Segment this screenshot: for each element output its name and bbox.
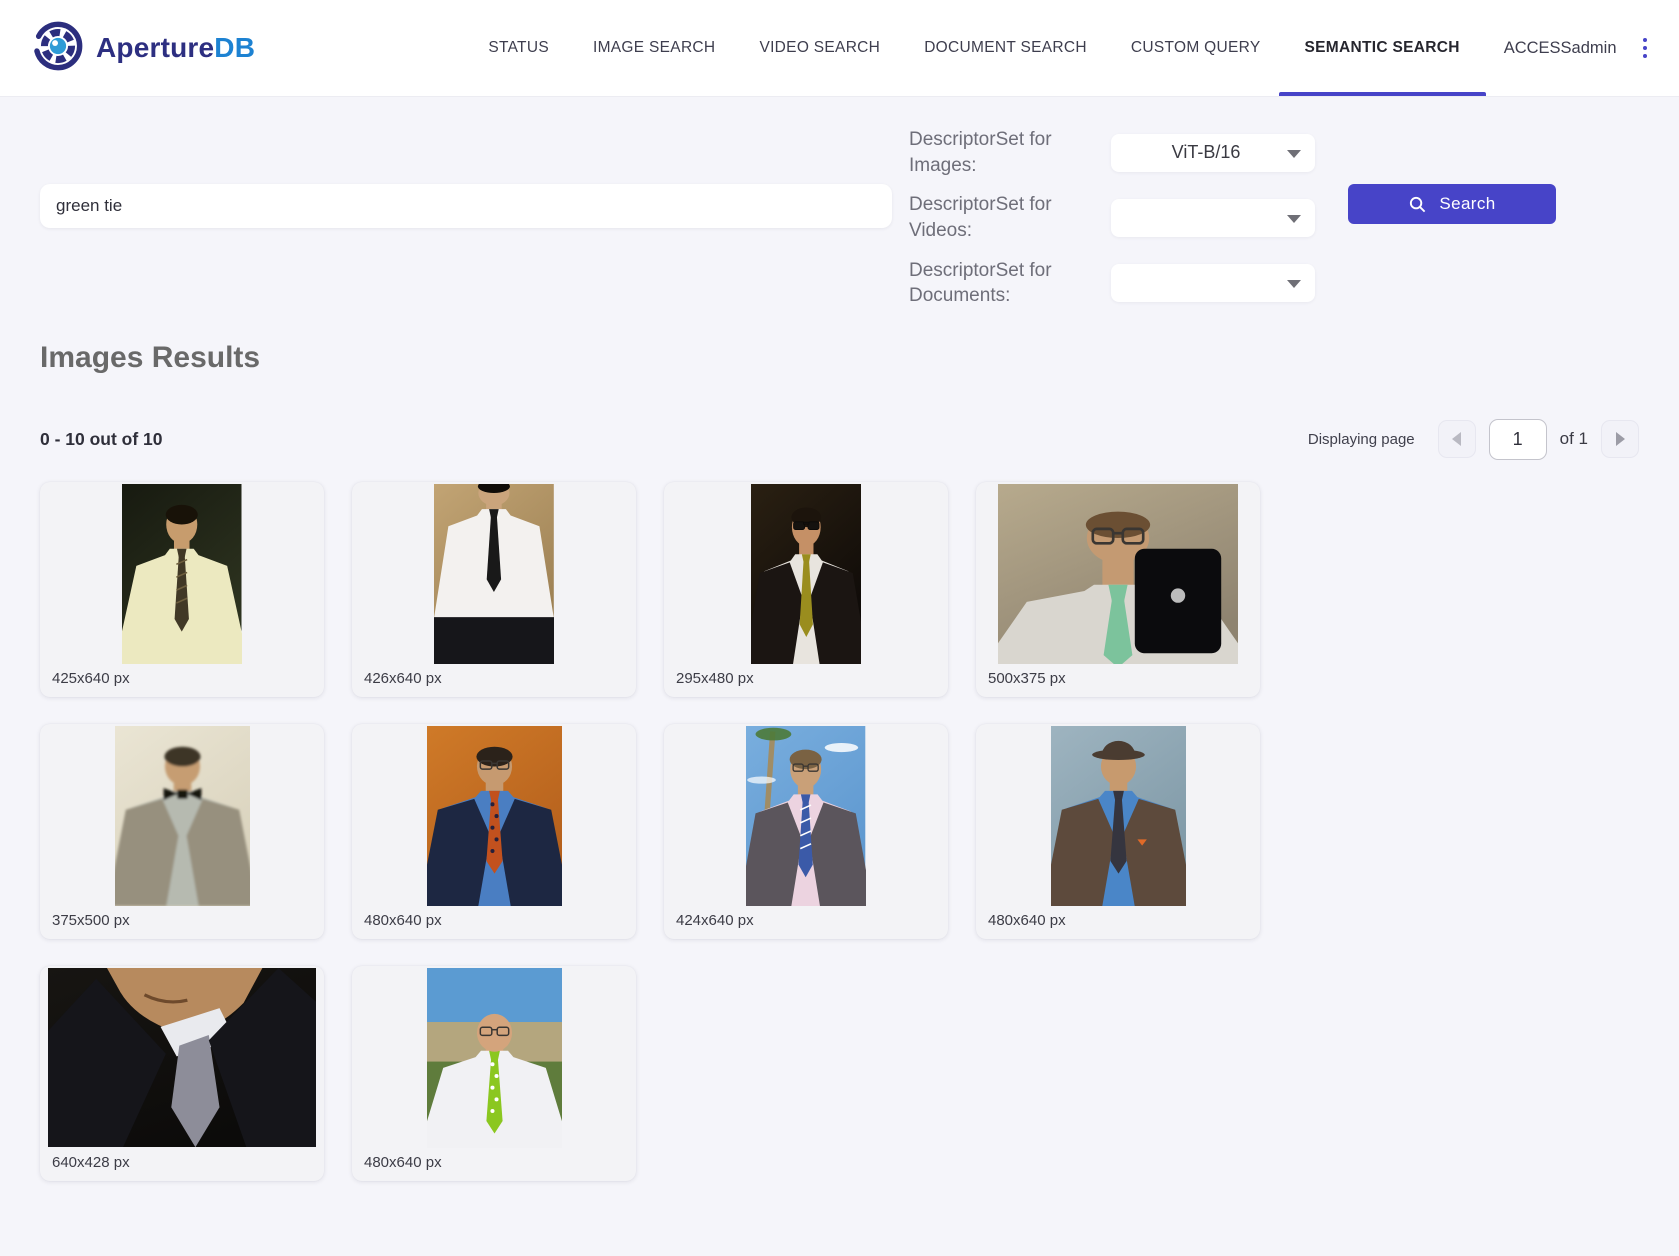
nav-item-semantic-search[interactable]: SEMANTIC SEARCH bbox=[1305, 0, 1460, 96]
nav-item-custom-query[interactable]: CUSTOM QUERY bbox=[1131, 0, 1261, 96]
results-meta: 0 - 10 out of 10 Displaying page of 1 bbox=[40, 419, 1639, 460]
image-dimensions-label: 500x375 px bbox=[976, 664, 1260, 697]
search-button[interactable]: Search bbox=[1348, 184, 1556, 224]
image-dimensions-label: 480x640 px bbox=[976, 906, 1260, 939]
result-photo bbox=[352, 966, 636, 1148]
nav-item-document-search[interactable]: DOCUMENT SEARCH bbox=[924, 0, 1087, 96]
image-dimensions-label: 640x428 px bbox=[40, 1148, 324, 1181]
result-card[interactable]: 425x640 px bbox=[40, 482, 324, 697]
results-title: Images Results bbox=[40, 341, 1639, 375]
brand-wordmark: ApertureDB bbox=[96, 32, 255, 64]
nav-item-status[interactable]: STATUS bbox=[488, 0, 549, 96]
next-page-button[interactable] bbox=[1601, 420, 1639, 458]
result-photo bbox=[40, 724, 324, 906]
result-photo bbox=[40, 966, 324, 1148]
results-count: 0 - 10 out of 10 bbox=[40, 429, 163, 450]
image-dimensions-label: 425x640 px bbox=[40, 664, 324, 697]
brand-logo[interactable]: ApertureDB bbox=[32, 20, 255, 77]
chevron-right-icon bbox=[1616, 432, 1625, 446]
chevron-left-icon bbox=[1452, 432, 1461, 446]
page-number-input[interactable] bbox=[1489, 419, 1547, 460]
pagination: Displaying page of 1 bbox=[1308, 419, 1639, 460]
result-card[interactable]: 500x375 px bbox=[976, 482, 1260, 697]
descriptor-label: DescriptorSet for Images: bbox=[909, 127, 1111, 178]
result-card[interactable]: 375x500 px bbox=[40, 724, 324, 939]
result-photo bbox=[352, 482, 636, 664]
app-header: ApertureDB STATUS IMAGE SEARCH VIDEO SEARC… bbox=[0, 0, 1679, 97]
image-dimensions-label: 424x640 px bbox=[664, 906, 948, 939]
results-grid: 425x640 px 426x640 px 295x480 px 500x375… bbox=[40, 482, 1639, 1181]
aperturedb-logo-icon bbox=[32, 20, 84, 77]
descriptor-sets: DescriptorSet for Images: ViT-B/16 Descr… bbox=[909, 127, 1331, 309]
search-section: DescriptorSet for Images: ViT-B/16 Descr… bbox=[0, 97, 1679, 309]
result-card[interactable]: 480x640 px bbox=[976, 724, 1260, 939]
result-card[interactable]: 424x640 px bbox=[664, 724, 948, 939]
image-dimensions-label: 375x500 px bbox=[40, 906, 324, 939]
kebab-icon bbox=[1643, 38, 1648, 59]
semantic-query-input[interactable] bbox=[40, 184, 892, 228]
result-photo bbox=[976, 724, 1260, 906]
paging-label: Displaying page bbox=[1308, 431, 1415, 448]
result-card[interactable]: 295x480 px bbox=[664, 482, 948, 697]
result-photo bbox=[352, 724, 636, 906]
result-card[interactable]: 426x640 px bbox=[352, 482, 636, 697]
search-icon bbox=[1408, 195, 1427, 214]
nav-item-video-search[interactable]: VIDEO SEARCH bbox=[759, 0, 880, 96]
chevron-down-icon bbox=[1287, 150, 1301, 158]
nav-item-image-search[interactable]: IMAGE SEARCH bbox=[593, 0, 715, 96]
descriptor-label: DescriptorSet for Videos: bbox=[909, 192, 1111, 243]
main-nav: STATUS IMAGE SEARCH VIDEO SEARCH DOCUMENT S… bbox=[488, 0, 1459, 96]
image-dimensions-label: 295x480 px bbox=[664, 664, 948, 697]
result-card[interactable]: 480x640 px bbox=[352, 966, 636, 1181]
result-photo bbox=[976, 482, 1260, 664]
previous-page-button[interactable] bbox=[1438, 420, 1476, 458]
descriptor-select[interactable] bbox=[1111, 264, 1315, 302]
descriptor-select[interactable] bbox=[1111, 199, 1315, 237]
chevron-down-icon bbox=[1287, 280, 1301, 288]
result-photo bbox=[664, 724, 948, 906]
image-dimensions-label: 426x640 px bbox=[352, 664, 636, 697]
descriptor-label: DescriptorSet for Documents: bbox=[909, 258, 1111, 309]
result-card[interactable]: 640x428 px bbox=[40, 966, 324, 1181]
image-dimensions-label: 480x640 px bbox=[352, 1148, 636, 1181]
image-dimensions-label: 480x640 px bbox=[352, 906, 636, 939]
result-photo bbox=[664, 482, 948, 664]
user-access-menu[interactable]: ACCESSadmin bbox=[1504, 39, 1617, 58]
result-photo bbox=[40, 482, 324, 664]
page-of-label: of 1 bbox=[1560, 429, 1588, 449]
overflow-menu-button[interactable] bbox=[1637, 32, 1654, 65]
chevron-down-icon bbox=[1287, 215, 1301, 223]
result-card[interactable]: 480x640 px bbox=[352, 724, 636, 939]
descriptor-select[interactable]: ViT-B/16 bbox=[1111, 134, 1315, 172]
